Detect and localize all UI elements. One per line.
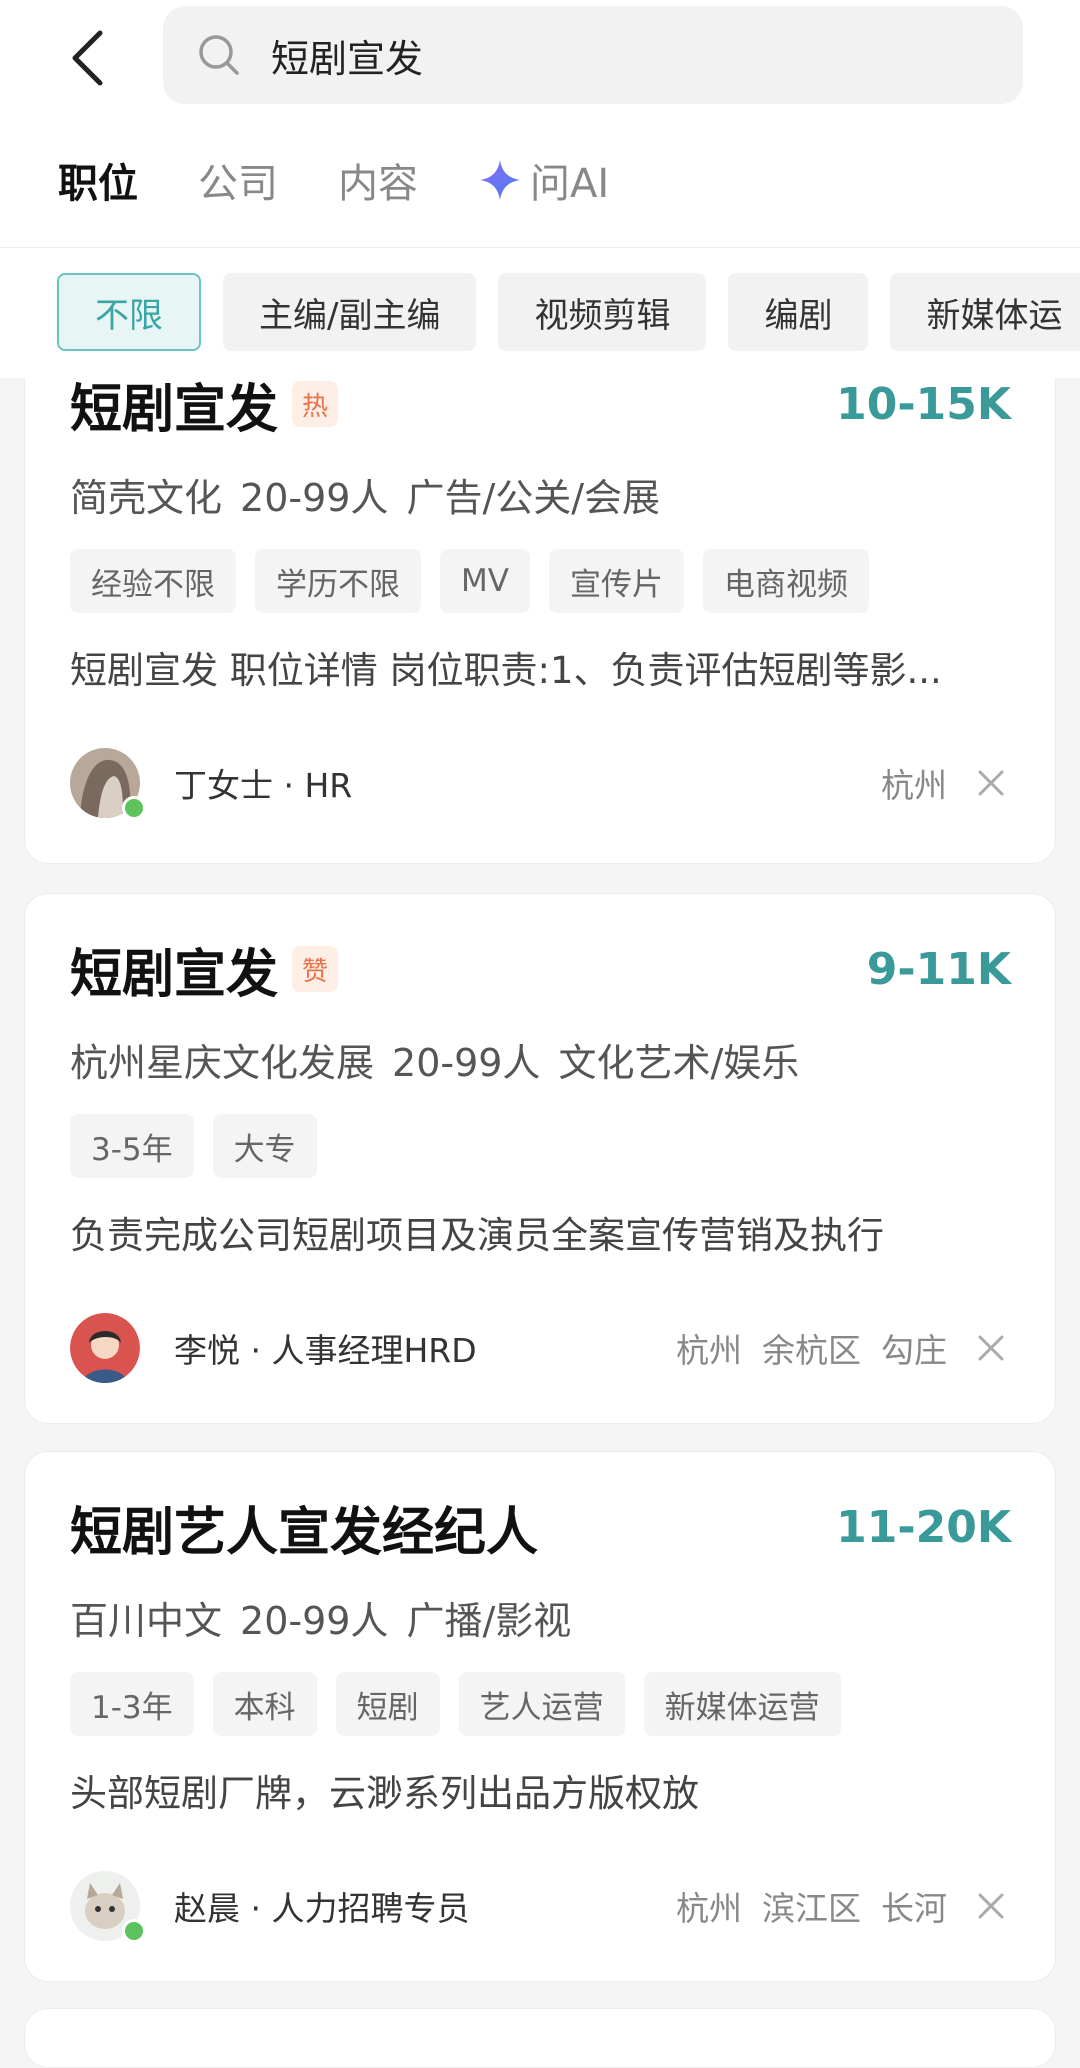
tab-jobs[interactable]: 职位	[58, 151, 138, 209]
location-area: 勾庄	[881, 1331, 947, 1370]
location-city: 杭州	[881, 766, 947, 805]
filter-chip[interactable]: 不限	[57, 273, 201, 351]
tag: 宣传片	[548, 549, 684, 613]
filter-chips: 不限 主编/副主编 视频剪辑 编剧 新媒体运	[0, 273, 1080, 353]
salary: 11-20K	[836, 1501, 1011, 1553]
tag: 1-3年	[70, 1672, 194, 1736]
search-icon	[197, 31, 245, 79]
result-tabs: 职位 公司 内容 问AI	[0, 140, 1080, 220]
filter-chip[interactable]: 新媒体运	[890, 273, 1080, 351]
close-icon[interactable]	[971, 1886, 1011, 1926]
company-size: 20-99人	[240, 1599, 389, 1643]
avatar[interactable]	[70, 1871, 146, 1943]
chevron-left-icon	[72, 30, 103, 86]
company-name: 百川中文	[70, 1599, 223, 1643]
filter-chip[interactable]: 编剧	[728, 273, 869, 351]
tag: 短剧	[335, 1672, 440, 1736]
search-input[interactable]: 短剧宣发	[163, 6, 1023, 104]
job-card[interactable]: 短剧宣发 赞 9-11K 杭州星庆文化发展 20-99人 文化艺术/娱乐 3-5年 …	[24, 893, 1056, 1424]
recruiter-name: 赵晨 · 人力招聘专员	[174, 1889, 470, 1928]
company-name: 杭州星庆文化发展	[70, 1041, 375, 1085]
location-city: 杭州	[676, 1889, 742, 1928]
salary: 9-11K	[866, 943, 1011, 995]
location-area: 长河	[881, 1889, 947, 1928]
filter-chip[interactable]: 视频剪辑	[498, 273, 707, 351]
online-indicator	[122, 1919, 146, 1943]
job-description: 头部短剧厂牌，云渺系列出品方版权放	[70, 1772, 699, 1815]
tab-companies-label: 公司	[198, 161, 278, 207]
tab-content-label: 内容	[338, 161, 418, 207]
company-name: 简壳文化	[70, 476, 223, 520]
recruiter-name: 丁女士 · HR	[174, 766, 353, 805]
company-size: 20-99人	[240, 476, 389, 520]
ai-sparkle-icon	[480, 160, 520, 200]
location: 杭州 滨江区 长河	[656, 1882, 1011, 1930]
job-title: 短剧艺人宣发经纪人	[70, 1502, 539, 1563]
praise-badge: 赞	[292, 946, 339, 992]
company-info: 百川中文 20-99人 广播/影视	[70, 1590, 589, 1645]
company-industry: 广告/公关/会展	[406, 476, 661, 520]
location-district: 滨江区	[762, 1889, 861, 1928]
avatar[interactable]	[70, 748, 146, 820]
tag: MV	[440, 549, 530, 613]
tag: 学历不限	[255, 549, 421, 613]
tab-content[interactable]: 内容	[338, 151, 418, 209]
salary: 10-15K	[836, 378, 1011, 430]
location-city: 杭州	[676, 1331, 742, 1370]
divider	[0, 247, 1080, 248]
tab-companies[interactable]: 公司	[198, 151, 278, 209]
tab-ask-ai-label: 问AI	[530, 161, 610, 207]
tag-list: 经验不限 学历不限 MV 宣传片 电商视频	[70, 549, 888, 613]
tag: 经验不限	[70, 549, 236, 613]
tag: 大专	[212, 1114, 317, 1178]
tag: 本科	[212, 1672, 317, 1736]
close-icon[interactable]	[971, 1328, 1011, 1368]
tag: 电商视频	[702, 549, 869, 613]
tab-jobs-label: 职位	[58, 161, 138, 207]
location: 杭州	[861, 759, 1011, 807]
location-district: 余杭区	[762, 1331, 861, 1370]
tag-list: 1-3年 本科 短剧 艺人运营 新媒体运营	[70, 1672, 860, 1736]
job-description: 短剧宣发 职位详情 岗位职责:1、负责评估短剧等影...	[70, 649, 942, 692]
tag-list: 3-5年 大专	[70, 1114, 336, 1178]
company-industry: 文化艺术/娱乐	[558, 1041, 800, 1085]
job-title: 短剧宣发	[70, 944, 279, 1005]
tag: 艺人运营	[458, 1672, 625, 1736]
hot-badge: 热	[292, 381, 339, 427]
tab-ask-ai[interactable]: 问AI	[478, 151, 609, 209]
recruiter-photo	[70, 1313, 140, 1383]
job-card[interactable]	[24, 2008, 1056, 2068]
recruiter-name: 李悦 · 人事经理HRD	[174, 1331, 477, 1370]
back-button[interactable]	[52, 20, 122, 96]
job-description: 负责完成公司短剧项目及演员全案宣传营销及执行	[70, 1214, 884, 1257]
avatar[interactable]	[70, 1313, 140, 1383]
job-card[interactable]: 短剧艺人宣发经纪人 11-20K 百川中文 20-99人 广播/影视 1-3年 本科…	[24, 1451, 1056, 1982]
online-indicator	[122, 796, 146, 820]
company-size: 20-99人	[392, 1041, 541, 1085]
company-info: 杭州星庆文化发展 20-99人 文化艺术/娱乐	[70, 1032, 817, 1087]
search-query: 短剧宣发	[271, 36, 424, 81]
close-icon[interactable]	[971, 763, 1011, 803]
header: 短剧宣发 职位 公司 内容 问AI 不限 主编/副主编 视频剪辑 编剧 新媒体运	[0, 0, 1080, 378]
tag: 新媒体运营	[643, 1672, 841, 1736]
tag: 3-5年	[70, 1114, 194, 1178]
company-info: 简壳文化 20-99人 广告/公关/会展	[70, 467, 678, 522]
filter-chip[interactable]: 主编/副主编	[223, 273, 477, 351]
company-industry: 广播/影视	[406, 1599, 572, 1643]
location: 杭州 余杭区 勾庄	[656, 1324, 1011, 1372]
